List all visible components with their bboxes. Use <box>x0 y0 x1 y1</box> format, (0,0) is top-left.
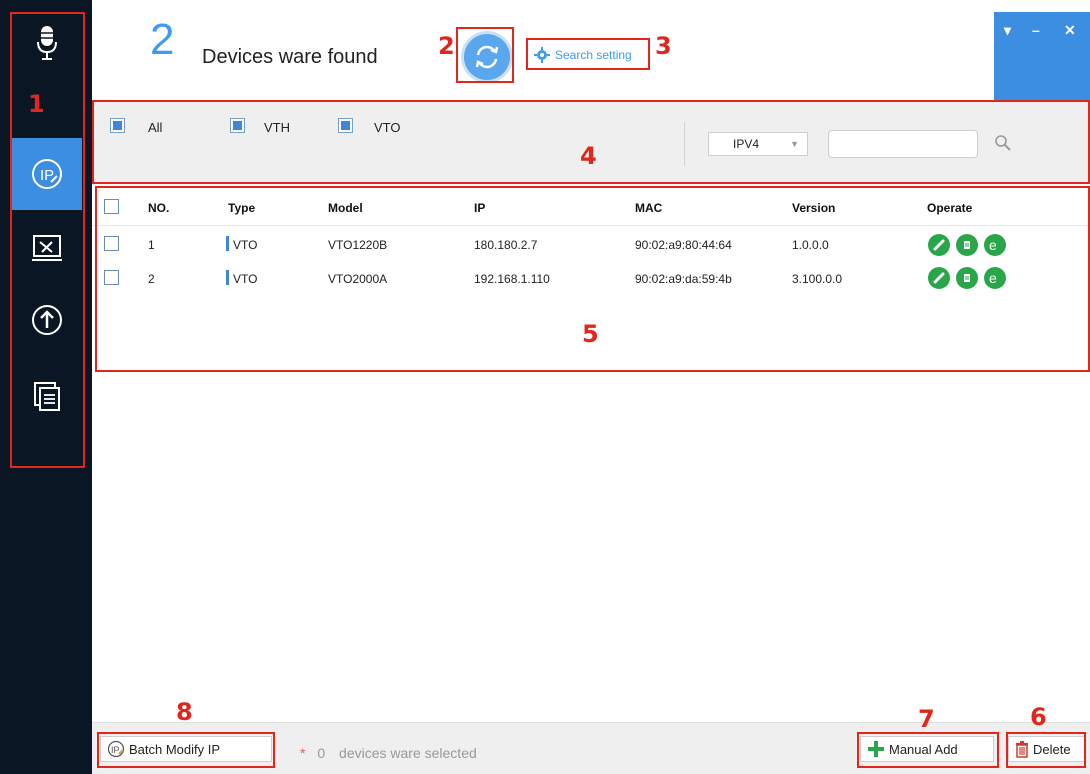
close-icon[interactable]: ✕ <box>1064 22 1076 39</box>
annotation-box-sidebar <box>10 12 85 468</box>
annotation-number-7: 7 <box>918 705 935 733</box>
annotation-box-delete <box>1006 732 1086 768</box>
selection-status: * 0 devices ware selected <box>300 745 477 761</box>
annotation-number-2: 2 <box>438 32 455 60</box>
devices-found-label: Devices ware found <box>202 46 378 68</box>
annotation-box-batch-modify <box>97 732 275 768</box>
selected-count: 0 <box>317 745 326 761</box>
annotation-box-search-setting <box>526 38 650 70</box>
window-controls: ▾ – ✕ <box>994 12 1090 100</box>
annotation-number-6: 6 <box>1030 703 1047 731</box>
annotation-number-3: 3 <box>655 32 672 60</box>
annotation-number-4: 4 <box>580 142 597 170</box>
annotation-number-1: 1 <box>28 90 45 118</box>
device-count: 2 <box>150 15 175 64</box>
required-star: * <box>300 745 306 761</box>
annotation-number-8: 8 <box>176 698 193 726</box>
app-window: IP 2 Devices ware found Search setting ▾… <box>0 0 1090 774</box>
annotation-number-5: 5 <box>582 320 599 348</box>
menu-dropdown-icon[interactable]: ▾ <box>1004 22 1011 39</box>
minimize-icon[interactable]: – <box>1032 22 1040 38</box>
annotation-box-manual-add <box>857 732 999 768</box>
selected-text: devices ware selected <box>339 745 477 761</box>
annotation-box-refresh <box>456 27 514 83</box>
